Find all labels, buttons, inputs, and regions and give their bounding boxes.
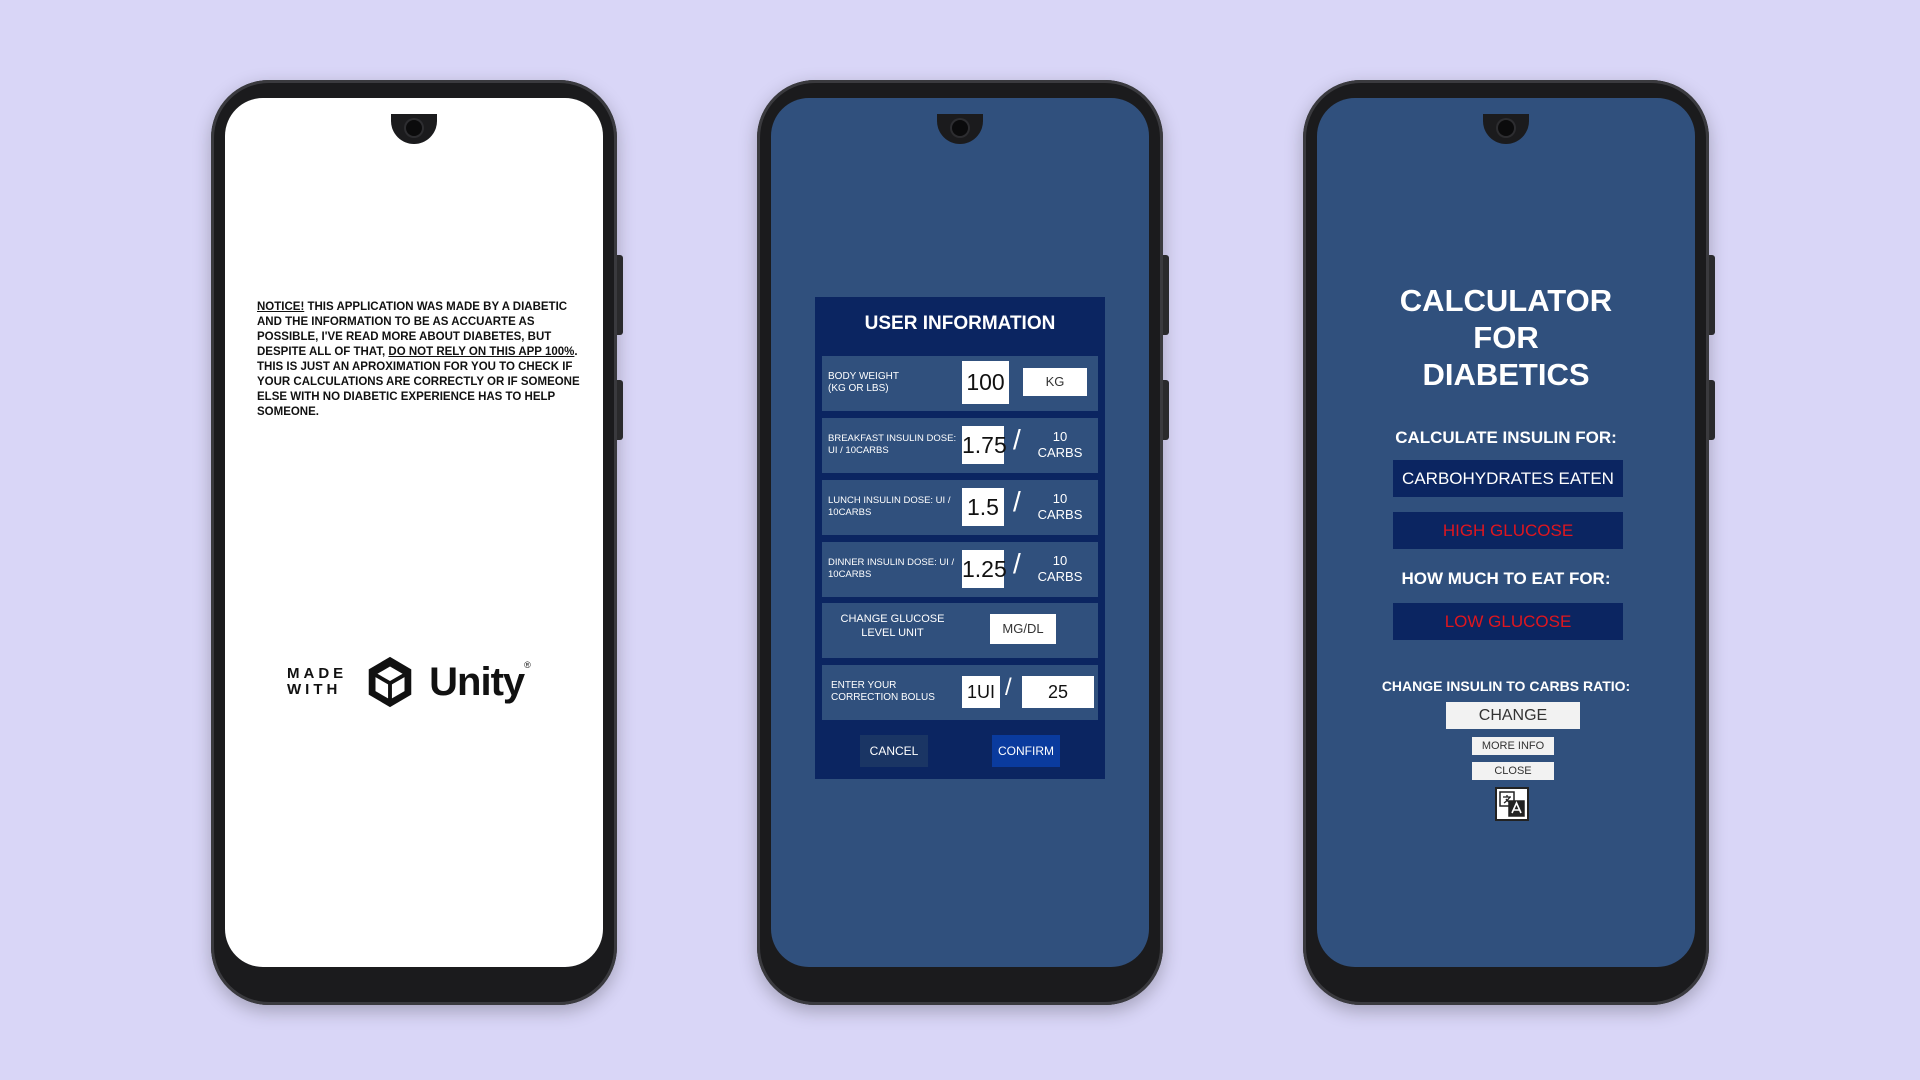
- volume-button: [617, 255, 623, 335]
- ratio-slash: /: [1005, 674, 1012, 701]
- how-much-to-eat-heading: HOW MUCH TO EAT FOR:: [1401, 569, 1611, 588]
- camera-icon: [406, 120, 422, 136]
- camera-icon: [1498, 120, 1514, 136]
- unity-registered-mark: ®: [524, 659, 531, 670]
- title-line-2: FOR: [1473, 320, 1539, 355]
- glucose-label-line1: CHANGE GLUCOSE: [840, 613, 945, 625]
- carbohydrates-eaten-button[interactable]: CARBOHYDRATES EATEN: [1393, 460, 1623, 497]
- dinner-carbs-value: 10: [1052, 553, 1068, 568]
- dinner-carbs-label: 10 CARBS: [1035, 553, 1085, 585]
- low-glucose-button[interactable]: LOW GLUCOSE: [1393, 603, 1623, 640]
- correction-label-line1: ENTER YOUR: [831, 680, 897, 691]
- unity-word: Unity: [429, 659, 525, 704]
- dinner-label-line1: DINNER INSULIN DOSE: UI /: [828, 557, 955, 568]
- camera-notch: [1483, 114, 1529, 144]
- glucose-unit-toggle[interactable]: MG/DL: [990, 614, 1056, 644]
- phone-splash: NOTICE! THIS APPLICATION WAS MADE BY A D…: [211, 80, 623, 1005]
- phone-user-info: USER INFORMATION BODY WEIGHT (KG OR LBS) …: [757, 80, 1169, 1005]
- dinner-label-line2: 10CARBS: [828, 569, 872, 580]
- power-button: [1163, 380, 1169, 440]
- breakfast-dose-label: BREAKFAST INSULIN DOSE: UI / 10CARBS: [828, 433, 956, 457]
- ratio-slash: /: [1013, 424, 1021, 455]
- made-line-1: MADE: [287, 665, 348, 682]
- lunch-carbs-unit: CARBS: [1037, 507, 1083, 522]
- more-info-button[interactable]: MORE INFO: [1472, 737, 1554, 755]
- lunch-dose-input[interactable]: 1.5: [962, 488, 1004, 526]
- title-line-3: DIABETICS: [1422, 357, 1590, 392]
- correction-glucose-input[interactable]: 25: [1022, 676, 1094, 708]
- dinner-dose-label: DINNER INSULIN DOSE: UI /10CARBS: [828, 557, 954, 581]
- weight-unit-toggle[interactable]: KG: [1023, 368, 1087, 396]
- dinner-carbs-unit: CARBS: [1037, 569, 1083, 584]
- close-button[interactable]: CLOSE: [1472, 762, 1554, 780]
- dinner-dose-input[interactable]: 1.25: [962, 550, 1007, 588]
- high-glucose-button[interactable]: HIGH GLUCOSE: [1393, 512, 1623, 549]
- translate-icon: [1499, 791, 1525, 817]
- breakfast-carbs-unit: CARBS: [1037, 445, 1083, 460]
- notice-emphasis: DO NOT RELY ON THIS APP 100%: [388, 346, 575, 358]
- ratio-slash: /: [1013, 548, 1021, 579]
- lunch-carbs-label: 10 CARBS: [1035, 491, 1085, 523]
- made-with-unity-logo: MADE WITH Unity®: [287, 653, 531, 711]
- power-button: [1709, 380, 1715, 440]
- camera-notch: [391, 114, 437, 144]
- lunch-label-line2: 10CARBS: [828, 507, 872, 518]
- body-weight-input[interactable]: 100: [962, 361, 1009, 404]
- user-information-dialog: USER INFORMATION BODY WEIGHT (KG OR LBS) …: [815, 297, 1105, 779]
- splash-screen: NOTICE! THIS APPLICATION WAS MADE BY A D…: [225, 98, 603, 967]
- correction-label-line2: CORRECTION BOLUS: [831, 692, 935, 703]
- volume-button: [1709, 255, 1715, 335]
- breakfast-carbs-value: 10: [1052, 429, 1068, 444]
- translate-language-button[interactable]: [1495, 787, 1529, 821]
- calculator-screen: CALCULATOR FOR DIABETICS CALCULATE INSUL…: [1317, 98, 1695, 967]
- power-button: [617, 380, 623, 440]
- glucose-unit-label: CHANGE GLUCOSE LEVEL UNIT: [830, 612, 955, 640]
- unity-cube-icon: [368, 656, 412, 708]
- app-title: CALCULATOR FOR DIABETICS: [1317, 282, 1695, 393]
- lunch-dose-row: LUNCH INSULIN DOSE: UI /10CARBS 1.5 / 10…: [822, 480, 1098, 535]
- unity-wordmark: Unity®: [429, 659, 531, 705]
- cancel-button[interactable]: CANCEL: [860, 735, 928, 767]
- volume-button: [1163, 255, 1169, 335]
- body-weight-label: BODY WEIGHT (KG OR LBS): [828, 371, 899, 395]
- body-weight-label-line2: (KG OR LBS): [828, 383, 889, 394]
- confirm-button[interactable]: CONFIRM: [992, 735, 1060, 767]
- body-weight-row: BODY WEIGHT (KG OR LBS) 100 KG: [822, 356, 1098, 411]
- notice-lead: NOTICE!: [257, 301, 305, 313]
- change-ratio-heading: CHANGE INSULIN TO CARBS RATIO:: [1381, 678, 1631, 694]
- dinner-dose-row: DINNER INSULIN DOSE: UI /10CARBS 1.25 / …: [822, 542, 1098, 597]
- made-line-2: WITH: [287, 681, 342, 698]
- user-info-screen: USER INFORMATION BODY WEIGHT (KG OR LBS) …: [771, 98, 1149, 967]
- lunch-dose-label: LUNCH INSULIN DOSE: UI /10CARBS: [828, 495, 950, 519]
- body-weight-label-line1: BODY WEIGHT: [828, 371, 899, 382]
- breakfast-label-line2: UI / 10CARBS: [828, 445, 889, 456]
- made-with-text: MADE WITH: [287, 666, 347, 698]
- correction-bolus-label: ENTER YOUR CORRECTION BOLUS: [831, 680, 935, 704]
- glucose-label-line2: LEVEL UNIT: [861, 627, 924, 639]
- lunch-carbs-value: 10: [1052, 491, 1068, 506]
- breakfast-dose-row: BREAKFAST INSULIN DOSE: UI / 10CARBS 1.75…: [822, 418, 1098, 473]
- disclaimer-notice: NOTICE! THIS APPLICATION WAS MADE BY A D…: [257, 300, 582, 420]
- change-ratio-button[interactable]: CHANGE: [1446, 702, 1580, 729]
- phone-calculator-menu: CALCULATOR FOR DIABETICS CALCULATE INSUL…: [1303, 80, 1715, 1005]
- correction-units-input[interactable]: 1UI: [962, 676, 1000, 708]
- ratio-slash: /: [1013, 486, 1021, 517]
- glucose-unit-row: CHANGE GLUCOSE LEVEL UNIT MG/DL: [822, 603, 1098, 658]
- breakfast-label-line1: BREAKFAST INSULIN DOSE:: [828, 433, 957, 444]
- calculate-insulin-heading: CALCULATE INSULIN FOR:: [1395, 428, 1617, 447]
- camera-icon: [952, 120, 968, 136]
- title-line-1: CALCULATOR: [1399, 283, 1613, 318]
- dialog-title: USER INFORMATION: [864, 313, 1056, 334]
- breakfast-dose-input[interactable]: 1.75: [962, 426, 1007, 464]
- lunch-label-line1: LUNCH INSULIN DOSE: UI /: [828, 495, 951, 506]
- correction-bolus-row: ENTER YOUR CORRECTION BOLUS 1UI / 25: [822, 665, 1098, 720]
- camera-notch: [937, 114, 983, 144]
- breakfast-carbs-label: 10 CARBS: [1035, 429, 1085, 461]
